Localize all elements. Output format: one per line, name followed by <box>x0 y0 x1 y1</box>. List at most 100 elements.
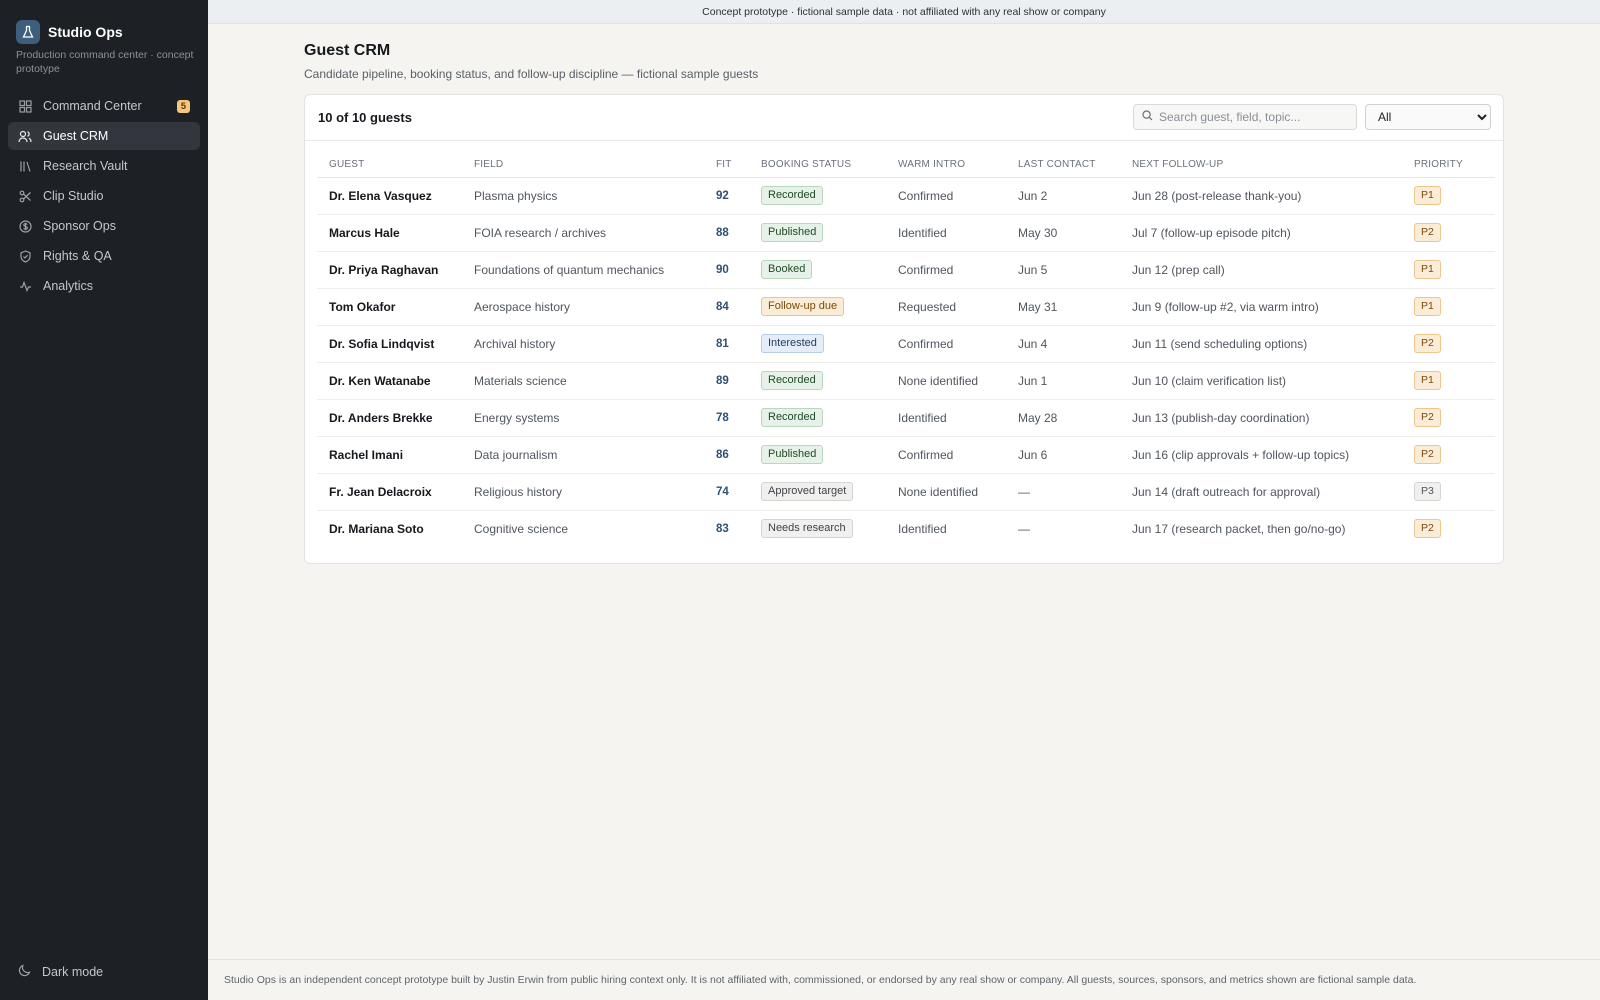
guest-name[interactable]: Dr. Priya Raghavan <box>317 251 462 289</box>
status-filter-select[interactable]: All <box>1365 104 1491 130</box>
guest-table: GUEST FIELD FIT BOOKING STATUS WARM INTR… <box>317 153 1495 547</box>
table-row[interactable]: Dr. Anders Brekke Energy systems 78 Recorde… <box>317 399 1495 437</box>
column-header-warm-intro[interactable]: WARM INTRO <box>886 153 1006 178</box>
priority-cell: P2 <box>1402 399 1495 437</box>
guest-name[interactable]: Tom Okafor <box>317 288 462 326</box>
guest-name[interactable]: Dr. Sofia Lindqvist <box>317 325 462 363</box>
sidebar-item-sponsor-ops[interactable]: Sponsor Ops <box>8 212 200 240</box>
dark-mode-label: Dark mode <box>42 965 104 979</box>
last-contact: — <box>1006 473 1120 511</box>
warm-intro: Identified <box>886 399 1006 437</box>
booking-status-cell: Recorded <box>749 399 886 437</box>
guest-field: Religious history <box>462 473 704 511</box>
last-contact: Jun 6 <box>1006 436 1120 474</box>
last-contact: Jun 2 <box>1006 177 1120 215</box>
library-icon <box>18 159 32 173</box>
table-row[interactable]: Dr. Sofia Lindqvist Archival history 81 Int… <box>317 325 1495 363</box>
dollar-circle-icon <box>18 219 32 233</box>
priority-cell: P1 <box>1402 362 1495 400</box>
next-follow-up: Jun 28 (post-release thank-you) <box>1120 177 1402 215</box>
notification-badge: 5 <box>176 99 190 113</box>
guest-name[interactable]: Dr. Mariana Soto <box>317 510 462 547</box>
sidebar-item-command-center[interactable]: Command Center 5 <box>8 92 200 120</box>
table-row[interactable]: Dr. Elena Vasquez Plasma physics 92 Recorde… <box>317 177 1495 215</box>
sidebar-item-clip-studio[interactable]: Clip Studio <box>8 182 200 210</box>
fit-score: 90 <box>704 251 749 289</box>
sidebar-item-label: Research Vault <box>43 159 128 173</box>
priority-cell: P2 <box>1402 510 1495 547</box>
warm-intro: Confirmed <box>886 177 1006 215</box>
column-header-field[interactable]: FIELD <box>462 153 704 178</box>
last-contact: May 28 <box>1006 399 1120 437</box>
scissors-icon <box>18 189 32 203</box>
table-row[interactable]: Fr. Jean Delacroix Religious history 74 App… <box>317 473 1495 511</box>
guest-name[interactable]: Dr. Ken Watanabe <box>317 362 462 400</box>
sidebar-item-research-vault[interactable]: Research Vault <box>8 152 200 180</box>
sidebar-item-analytics[interactable]: Analytics <box>8 272 200 300</box>
fit-score: 74 <box>704 473 749 511</box>
table-row[interactable]: Dr. Mariana Soto Cognitive science 83 Needs… <box>317 510 1495 547</box>
status-badge: Booked <box>761 260 813 279</box>
warm-intro: Requested <box>886 288 1006 326</box>
guest-name[interactable]: Rachel Imani <box>317 436 462 474</box>
status-badge: Needs research <box>761 519 853 539</box>
warm-intro: None identified <box>886 473 1006 511</box>
guest-name[interactable]: Marcus Hale <box>317 214 462 252</box>
next-follow-up: Jun 13 (publish-day coordination) <box>1120 399 1402 437</box>
search-box[interactable] <box>1133 104 1357 130</box>
page-subtitle: Candidate pipeline, booking status, and … <box>304 67 759 81</box>
dark-mode-toggle[interactable]: Dark mode <box>18 964 103 980</box>
next-follow-up: Jun 9 (follow-up #2, via warm intro) <box>1120 288 1402 326</box>
table-row[interactable]: Dr. Ken Watanabe Materials science 89 Recor… <box>317 362 1495 400</box>
guest-field: Materials science <box>462 362 704 400</box>
table-row[interactable]: Dr. Priya Raghavan Foundations of quantum… <box>317 251 1495 289</box>
search-input[interactable] <box>1159 110 1349 124</box>
priority-badge: P2 <box>1414 334 1441 353</box>
fit-score: 84 <box>704 288 749 326</box>
column-header-booking-status[interactable]: BOOKING STATUS <box>749 153 886 178</box>
fit-score: 89 <box>704 362 749 400</box>
table-row[interactable]: Tom Okafor Aerospace history 84 Follow-up d… <box>317 288 1495 326</box>
guest-field: Aerospace history <box>462 288 704 326</box>
status-badge: Recorded <box>761 371 823 390</box>
column-header-guest[interactable]: GUEST <box>317 153 462 178</box>
brand[interactable]: Studio Ops <box>16 20 123 44</box>
sidebar-nav: Command Center 5 Guest CRM Research Vaul… <box>8 92 200 302</box>
app-subtitle: Production command center · concept prot… <box>16 49 194 75</box>
guest-field: Archival history <box>462 325 704 363</box>
moon-icon <box>18 964 31 980</box>
priority-cell: P1 <box>1402 288 1495 326</box>
sidebar-item-label: Sponsor Ops <box>43 219 116 233</box>
priority-cell: P1 <box>1402 177 1495 215</box>
warm-intro: Confirmed <box>886 436 1006 474</box>
priority-badge: P2 <box>1414 519 1441 539</box>
guest-name[interactable]: Dr. Anders Brekke <box>317 399 462 437</box>
guest-name[interactable]: Fr. Jean Delacroix <box>317 473 462 511</box>
column-header-priority[interactable]: PRIORITY <box>1402 153 1495 178</box>
priority-cell: P2 <box>1402 325 1495 363</box>
status-badge: Published <box>761 445 824 464</box>
table-row[interactable]: Rachel Imani Data journalism 86 Published Co… <box>317 436 1495 474</box>
last-contact: May 31 <box>1006 288 1120 326</box>
next-follow-up: Jul 7 (follow-up episode pitch) <box>1120 214 1402 252</box>
table-row[interactable]: Marcus Hale FOIA research / archives 88 Pub… <box>317 214 1495 252</box>
sidebar-item-guest-crm[interactable]: Guest CRM <box>8 122 200 150</box>
footer-disclaimer: Studio Ops is an independent concept pro… <box>208 959 1600 1000</box>
next-follow-up: Jun 14 (draft outreach for approval) <box>1120 473 1402 511</box>
guest-field: Data journalism <box>462 436 704 474</box>
sidebar-item-rights-qa[interactable]: Rights & QA <box>8 242 200 270</box>
fit-score: 86 <box>704 436 749 474</box>
column-header-fit[interactable]: FIT <box>704 153 749 178</box>
priority-badge: P2 <box>1414 408 1441 427</box>
status-badge: Recorded <box>761 408 823 427</box>
priority-cell: P2 <box>1402 436 1495 474</box>
column-header-last-contact[interactable]: LAST CONTACT <box>1006 153 1120 178</box>
booking-status-cell: Recorded <box>749 362 886 400</box>
warm-intro: None identified <box>886 362 1006 400</box>
fit-score: 78 <box>704 399 749 437</box>
next-follow-up: Jun 12 (prep call) <box>1120 251 1402 289</box>
booking-status-cell: Interested <box>749 325 886 363</box>
column-header-next-follow-up[interactable]: NEXT FOLLOW-UP <box>1120 153 1402 178</box>
warm-intro: Identified <box>886 214 1006 252</box>
guest-name[interactable]: Dr. Elena Vasquez <box>317 177 462 215</box>
